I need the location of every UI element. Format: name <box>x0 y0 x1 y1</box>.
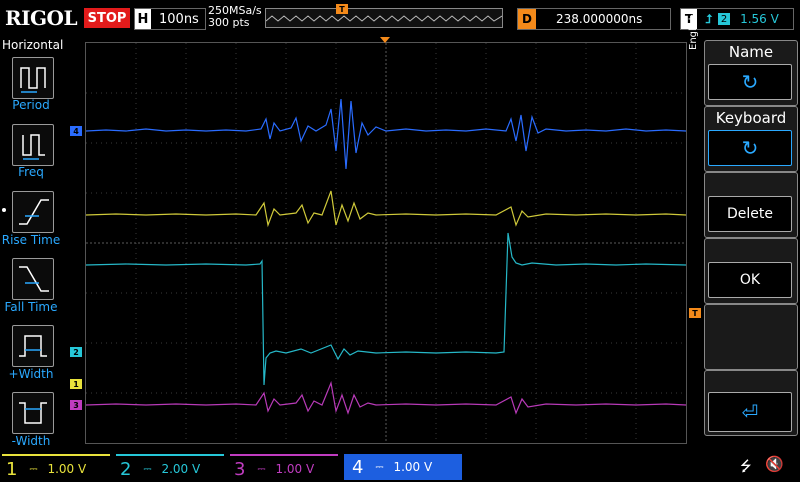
enter-arrow-icon: ⏎ <box>741 400 759 424</box>
trigger-level: 1.56 V <box>740 12 779 26</box>
fall-time-label: Fall Time <box>4 300 58 314</box>
freq-button[interactable] <box>12 124 54 166</box>
timebase-box[interactable]: H 100ns <box>134 8 206 30</box>
negative-width-label: -Width <box>11 434 51 448</box>
waveform-display[interactable] <box>85 42 687 444</box>
positive-width-label: +Width <box>8 367 54 381</box>
rise-time-icon <box>19 199 49 225</box>
fall-time-icon <box>19 266 49 292</box>
ch1-offset-marker[interactable]: 1 <box>70 379 82 389</box>
keyboard-title: Keyboard <box>715 109 787 127</box>
ch1-number: 1 <box>6 458 18 480</box>
usb-icon: ⭍ <box>740 459 752 475</box>
ch1-tab[interactable]: 1 ⎓ 1.00 V <box>2 454 110 482</box>
ch3-scale: 1.00 V <box>275 462 315 476</box>
ch3-offset-marker[interactable]: 3 <box>70 400 82 410</box>
ch3-tab[interactable]: 3 ⎓ 1.00 V <box>230 454 338 482</box>
freq-label: Freq <box>18 165 44 179</box>
trigger-level-marker[interactable]: T <box>689 308 701 318</box>
empty-softkey <box>704 304 798 370</box>
ch3-number: 3 <box>234 458 246 480</box>
dc-coupling-icon: ⎓ <box>257 463 266 475</box>
ch2-offset-marker[interactable]: 2 <box>70 347 82 357</box>
negative-width-icon <box>19 402 47 424</box>
ch2-tab[interactable]: 2 ⎓ 2.00 V <box>116 454 224 482</box>
horizontal-label: H <box>135 9 151 29</box>
delete-button[interactable]: Delete <box>708 196 792 232</box>
rising-edge-icon: ⮥ <box>705 11 713 26</box>
trigger-time-marker-icon <box>380 37 390 43</box>
rigol-logo: RIGOL <box>5 6 78 30</box>
delay-box[interactable]: D 238.000000ns <box>517 8 671 30</box>
memory-depth: 300 pts <box>208 16 250 29</box>
rise-time-button[interactable] <box>12 191 54 233</box>
negative-width-button[interactable] <box>12 392 54 434</box>
delay-value: 238.000000ns <box>556 12 643 26</box>
ch4-number: 4 <box>352 456 364 478</box>
run-stop-status[interactable]: STOP <box>84 8 130 28</box>
measure-menu-title: Horizontal <box>2 38 64 52</box>
memory-timeline[interactable] <box>265 8 503 28</box>
ch2-scale: 2.00 V <box>161 462 201 476</box>
enter-button[interactable]: ⏎ <box>708 392 792 432</box>
name-knob-button[interactable]: ↻ <box>708 64 792 100</box>
menu-page-indicator <box>2 208 6 212</box>
period-button[interactable] <box>12 57 54 99</box>
ok-button[interactable]: OK <box>708 262 792 298</box>
period-label: Period <box>12 98 50 112</box>
rotate-knob-icon: ↻ <box>741 70 759 94</box>
ch4-trace <box>85 98 687 170</box>
freq-icon <box>22 134 45 160</box>
delay-label: D <box>518 9 536 29</box>
ch4-offset-marker[interactable]: 4 <box>70 126 82 136</box>
dc-coupling-icon: ⎓ <box>375 461 384 473</box>
ch2-number: 2 <box>120 458 132 480</box>
positive-width-button[interactable] <box>12 325 54 367</box>
speaker-muted-icon[interactable]: 🔇 <box>765 455 784 473</box>
trigger-position-marker: T <box>336 4 348 14</box>
name-title: Name <box>728 43 774 61</box>
trigger-channel: 2 <box>718 13 731 25</box>
timeline-waveform <box>265 15 503 22</box>
ch1-scale: 1.00 V <box>47 462 87 476</box>
acquisition-info: 250MSa/s 300 pts <box>208 5 262 29</box>
waveform-grid <box>85 43 687 443</box>
rotate-knob-icon: ↻ <box>741 136 759 160</box>
language-label: English <box>688 13 699 50</box>
ch4-tab[interactable]: 4 ⎓ 1.00 V <box>344 454 462 480</box>
dc-coupling-icon: ⎓ <box>29 463 38 475</box>
keyboard-knob-button[interactable]: ↻ <box>708 130 792 166</box>
dc-coupling-icon: ⎓ <box>143 463 152 475</box>
period-icon <box>20 67 46 93</box>
ch4-scale: 1.00 V <box>393 460 433 474</box>
rise-time-label: Rise Time <box>1 233 61 247</box>
fall-time-button[interactable] <box>12 258 54 300</box>
timebase-value: 100ns <box>159 11 199 27</box>
positive-width-icon <box>19 335 47 357</box>
